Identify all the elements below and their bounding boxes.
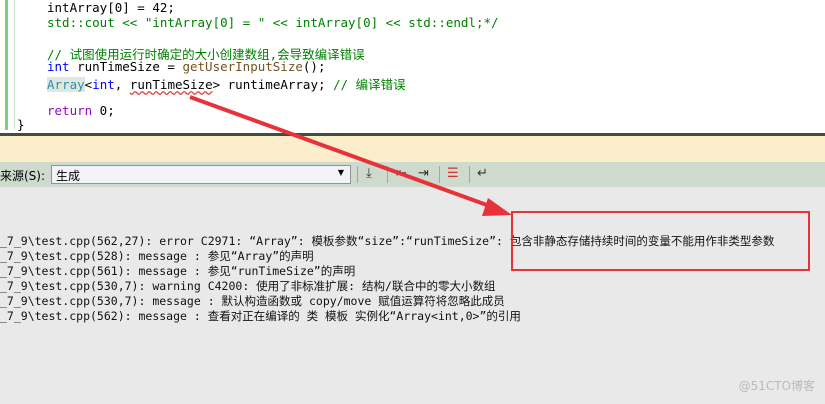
watermark: @51CTO博客 xyxy=(738,379,815,393)
annotation-arrow xyxy=(189,95,512,216)
arrow-shaft xyxy=(189,95,496,210)
arrow-head xyxy=(482,198,512,216)
